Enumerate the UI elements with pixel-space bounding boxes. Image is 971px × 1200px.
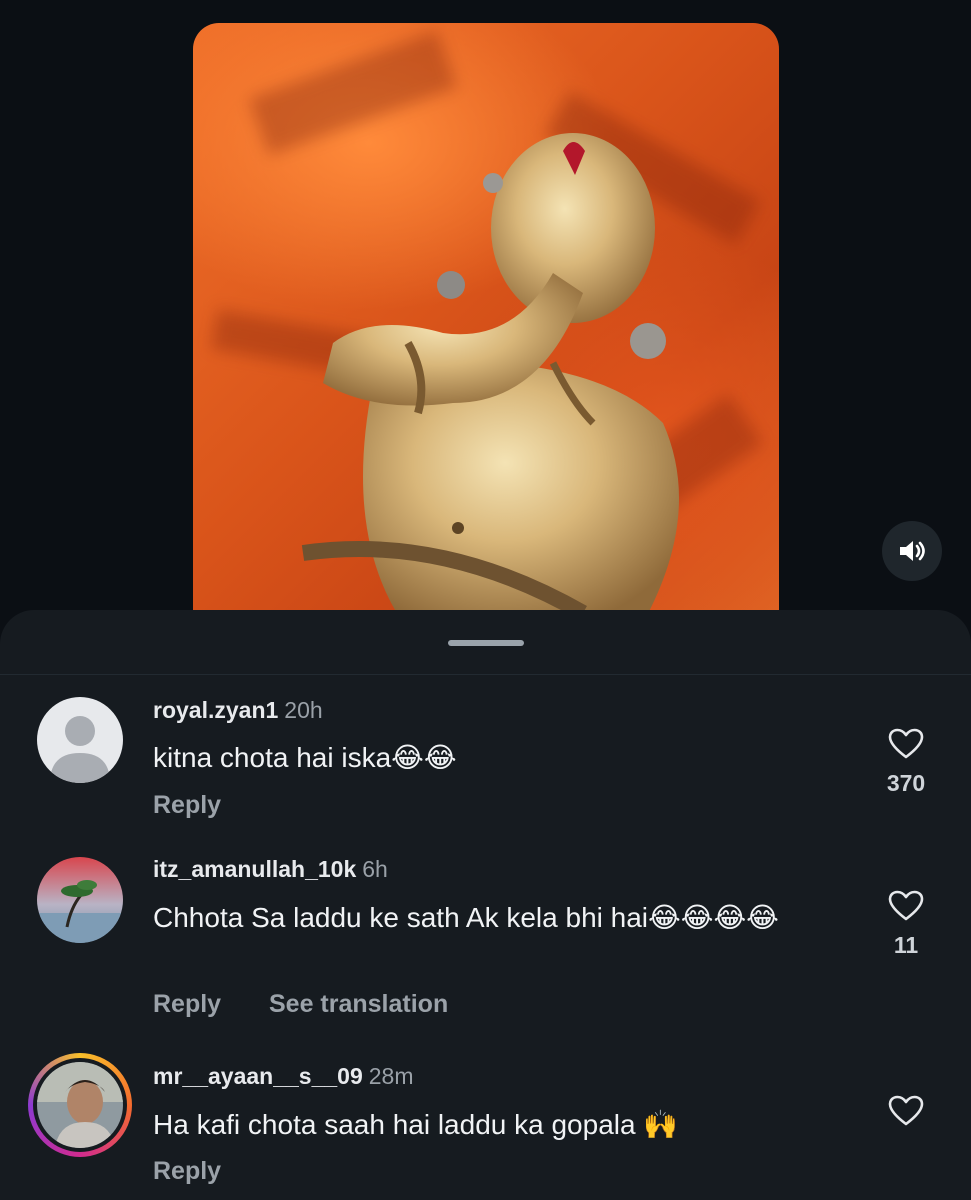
video-frame[interactable] xyxy=(193,23,779,623)
reply-button[interactable]: Reply xyxy=(153,791,221,820)
avatar[interactable] xyxy=(37,697,123,783)
heart-icon xyxy=(888,1095,924,1126)
see-translation-button[interactable]: See translation xyxy=(269,990,448,1019)
tree-avatar-icon xyxy=(37,880,123,943)
comment-time: 6h xyxy=(362,856,388,882)
reply-button[interactable]: Reply xyxy=(153,990,221,1019)
comment-username[interactable]: royal.zyan1 20h xyxy=(153,697,323,724)
avatar[interactable] xyxy=(37,857,123,943)
profile-photo-icon xyxy=(37,1062,123,1148)
heart-icon xyxy=(888,728,924,759)
like-button[interactable]: 11 xyxy=(875,890,937,959)
reply-button[interactable]: Reply xyxy=(153,1157,221,1186)
comment-username[interactable]: itz_amanullah_10k 6h xyxy=(153,856,388,883)
comment-text: Ha kafi chota saah hai laddu ka gopala 🙌 xyxy=(153,1109,679,1140)
volume-button[interactable] xyxy=(882,521,942,581)
like-count: 370 xyxy=(886,770,926,796)
comment-text: kitna chota hai iska😂😂 xyxy=(153,742,457,773)
like-button[interactable]: 370 xyxy=(875,728,937,797)
statue-image xyxy=(301,133,679,623)
comment-username[interactable]: mr__ayaan__s__09 28m xyxy=(153,1063,414,1090)
heart-icon xyxy=(888,890,924,921)
comment-text: Chhota Sa laddu ke sath Ak kela bhi hai😂… xyxy=(153,902,779,933)
divider xyxy=(0,674,971,675)
sheet-drag-handle[interactable] xyxy=(448,640,524,646)
speaker-icon xyxy=(900,541,925,561)
avatar xyxy=(33,1058,127,1152)
comment-time: 20h xyxy=(284,697,323,723)
like-count: 11 xyxy=(893,932,919,958)
default-avatar-icon xyxy=(50,716,110,783)
comments-sheet: royal.zyan1 20h kitna chota hai iska😂😂 Re… xyxy=(0,610,971,1200)
comment-time: 28m xyxy=(368,1063,414,1089)
avatar-story-ring[interactable] xyxy=(28,1053,132,1157)
like-button[interactable] xyxy=(875,1095,937,1137)
